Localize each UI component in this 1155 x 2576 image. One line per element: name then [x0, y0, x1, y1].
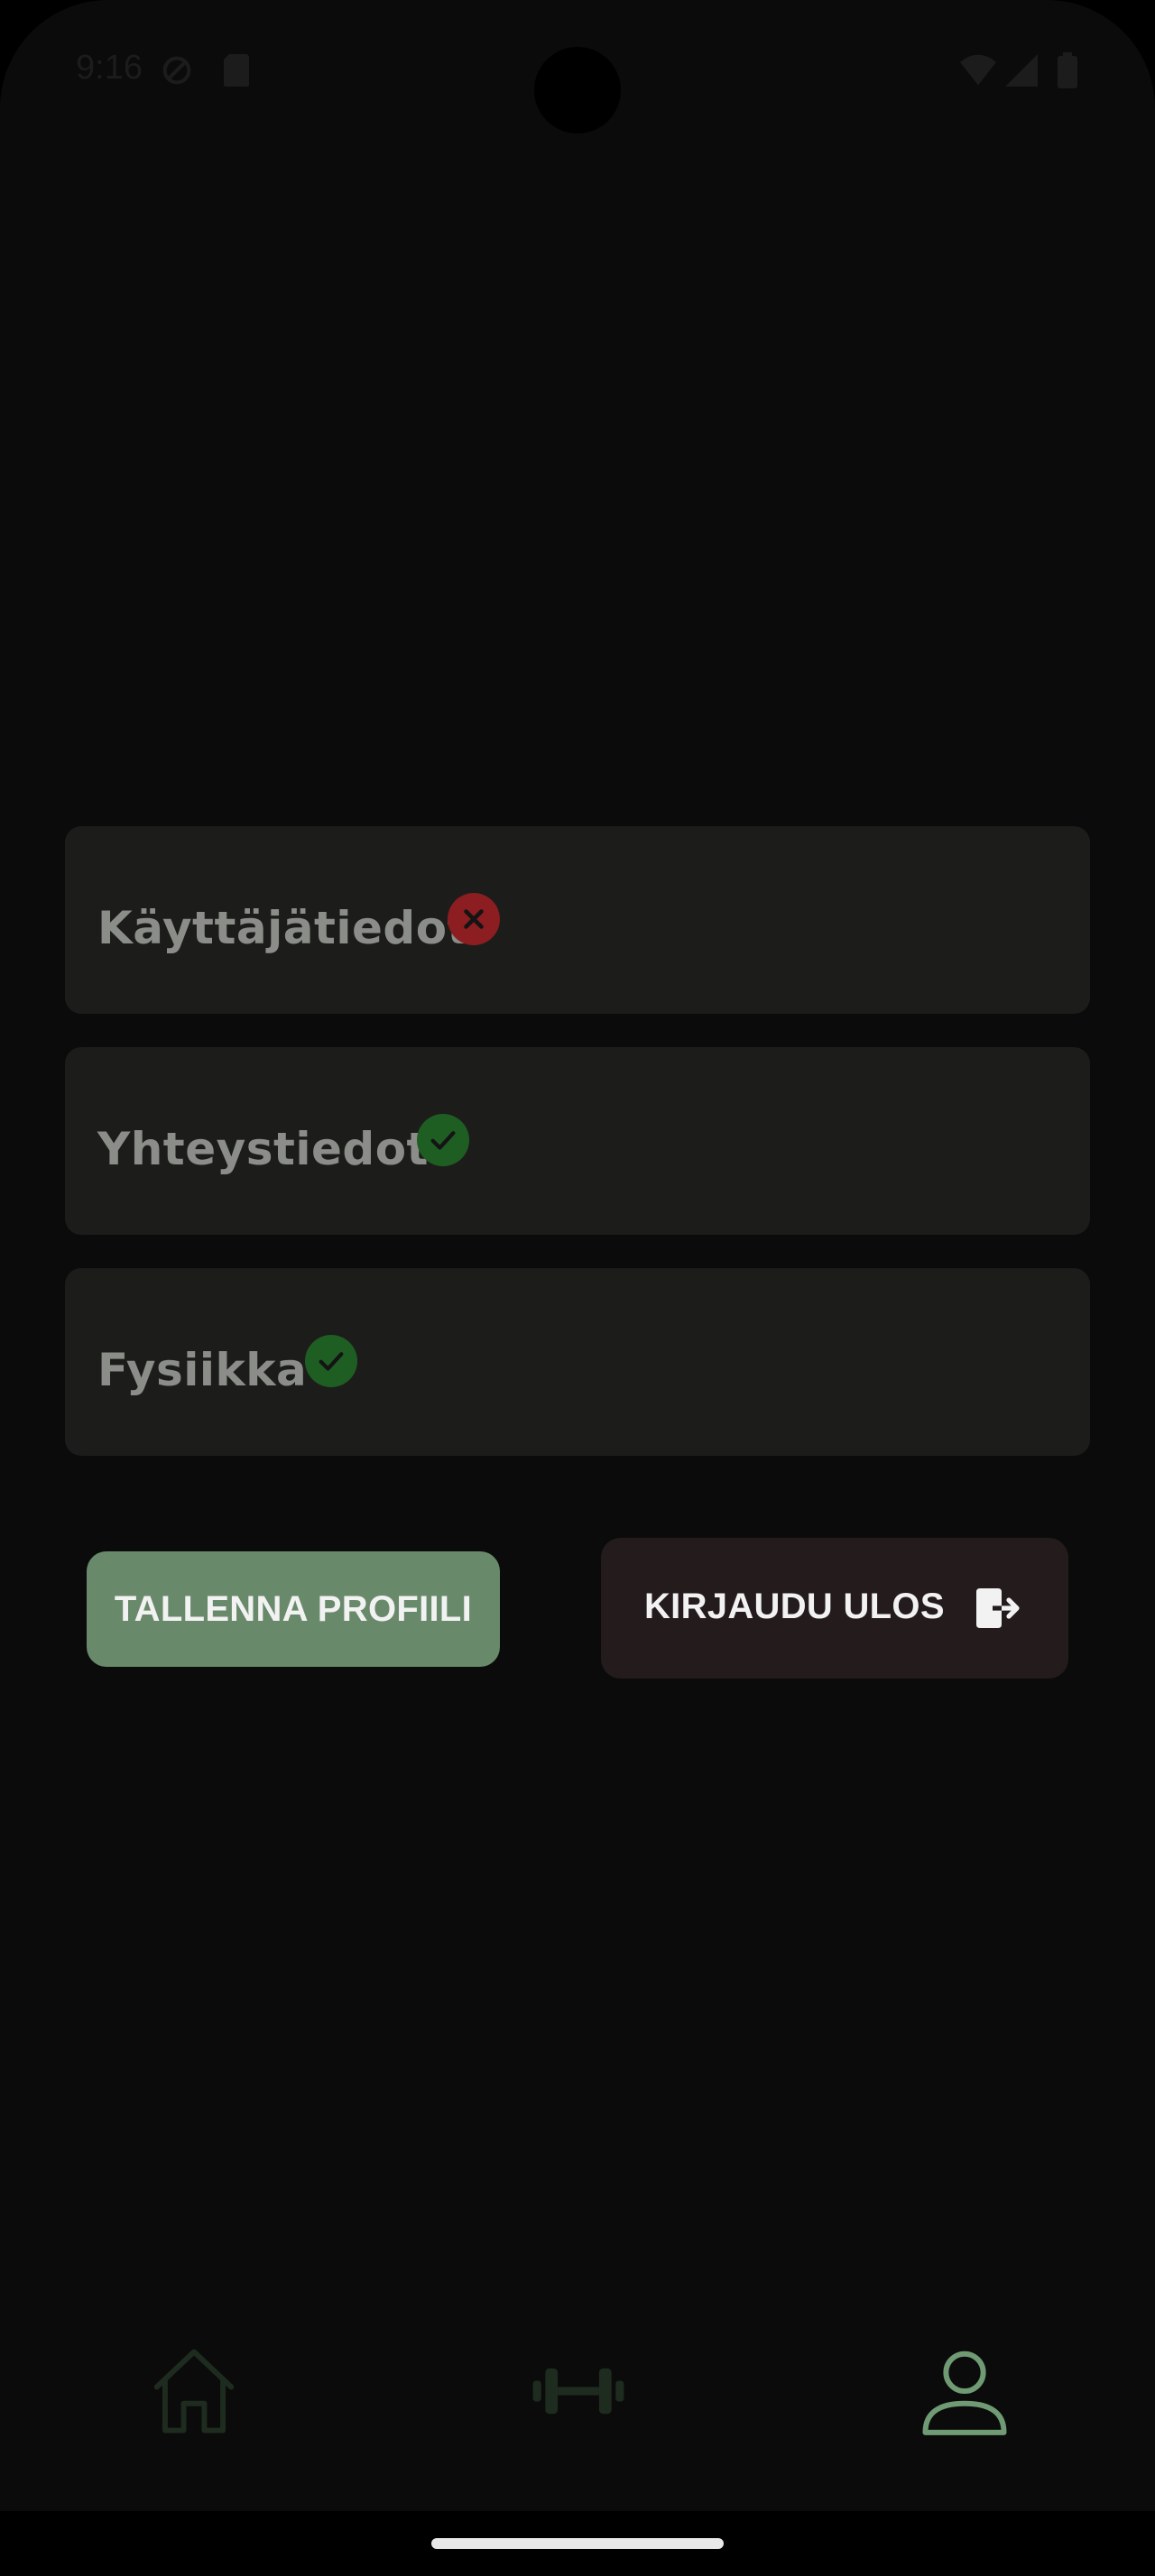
check-icon: [319, 1352, 344, 1371]
close-icon: [464, 909, 484, 929]
success-badge: [305, 1335, 357, 1387]
section-label: Yhteystiedot: [97, 1123, 429, 1175]
bottom-navigation: [0, 2309, 1155, 2471]
wifi-icon: [960, 54, 996, 86]
home-indicator[interactable]: [431, 2538, 724, 2549]
save-profile-button[interactable]: TALLENNA PROFIILI: [87, 1551, 500, 1667]
error-badge: [448, 893, 500, 945]
sim-card-icon: [224, 54, 249, 87]
camera-cutout: [534, 47, 621, 133]
status-time: 9:16: [76, 49, 143, 87]
vpn-key-icon: [162, 56, 191, 85]
section-card-contact-info[interactable]: Yhteystiedot: [65, 1047, 1090, 1235]
success-badge: [417, 1114, 469, 1166]
logout-icon: [976, 1588, 1020, 1628]
section-card-user-info[interactable]: Käyttäjätiedot: [65, 826, 1090, 1014]
dumbbell-icon[interactable]: [529, 2341, 628, 2441]
check-icon: [430, 1131, 456, 1150]
battery-icon: [1058, 52, 1077, 88]
cell-signal-icon: [1005, 54, 1038, 87]
section-label: Käyttäjätiedot: [97, 902, 469, 954]
logout-button[interactable]: KIRJAUDU ULOS: [601, 1538, 1068, 1679]
section-card-physique[interactable]: Fysiikka: [65, 1268, 1090, 1456]
app-screen: 9:16 Käyttäjätiedot Yhteystiedot Fysiikk…: [0, 0, 1155, 2511]
section-label: Fysiikka: [97, 1344, 308, 1396]
person-icon[interactable]: [915, 2341, 1014, 2441]
logout-label: KIRJAUDU ULOS: [644, 1587, 945, 1626]
home-icon[interactable]: [144, 2341, 244, 2441]
